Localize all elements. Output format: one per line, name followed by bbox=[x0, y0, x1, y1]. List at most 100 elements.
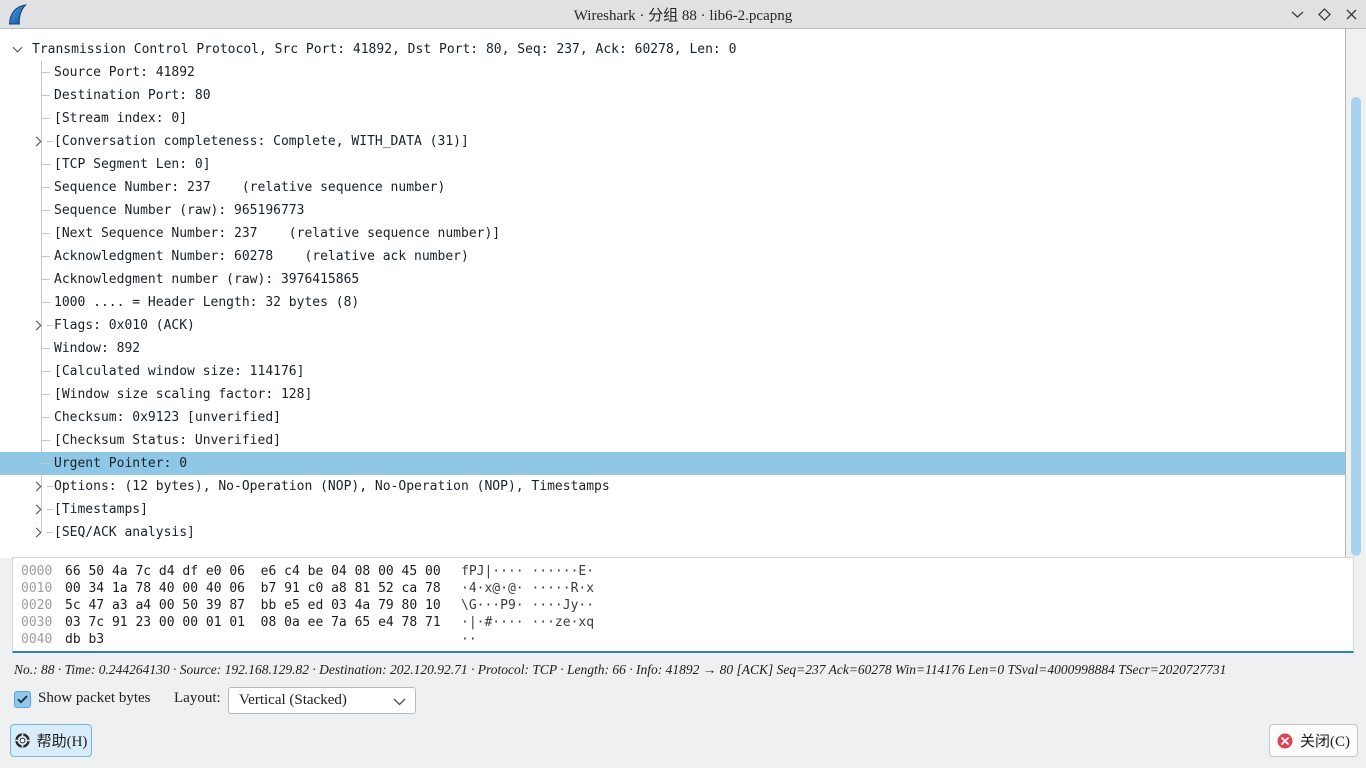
tree-row-text: [Timestamps] bbox=[54, 498, 148, 521]
expand-arrow-icon[interactable] bbox=[32, 505, 42, 515]
tree-row[interactable]: [Conversation completeness: Complete, WI… bbox=[0, 130, 1345, 153]
chevron-down-icon bbox=[393, 698, 406, 706]
tree-row-text: Destination Port: 80 bbox=[54, 84, 211, 107]
layout-dropdown-value: Vertical (Stacked) bbox=[239, 692, 347, 709]
hex-ascii[interactable]: ·· bbox=[461, 631, 477, 648]
controls-row: Show packet bytes Layout: Vertical (Stac… bbox=[0, 686, 1366, 716]
tree-branch-line bbox=[41, 164, 50, 165]
help-button-label: 帮助(H) bbox=[37, 730, 88, 751]
show-packet-bytes-checkbox[interactable] bbox=[14, 691, 31, 708]
hex-offset: 0010 bbox=[21, 580, 65, 597]
tree-branch-line bbox=[41, 440, 50, 441]
expand-arrow-icon[interactable] bbox=[32, 528, 42, 538]
layout-dropdown[interactable]: Vertical (Stacked) bbox=[228, 687, 416, 714]
tree-branch-line bbox=[41, 394, 50, 395]
window-controls bbox=[1289, 0, 1366, 29]
tree-branch-line bbox=[47, 325, 53, 326]
tree-row[interactable]: Options: (12 bytes), No-Operation (NOP),… bbox=[0, 475, 1345, 498]
hex-row[interactable]: 000066 50 4a 7c d4 df e0 06 e6 c4 be 04 … bbox=[21, 563, 1353, 580]
title-bar[interactable]: Wireshark · 分组 88 · lib6-2.pcapng bbox=[0, 0, 1366, 29]
hex-bytes[interactable]: 5c 47 a3 a4 00 50 39 87 bb e5 ed 03 4a 7… bbox=[65, 597, 461, 614]
tree-row-text: Sequence Number (raw): 965196773 bbox=[54, 199, 304, 222]
expand-arrow-icon[interactable] bbox=[32, 137, 42, 147]
tree-row[interactable]: [Calculated window size: 114176] bbox=[0, 360, 1345, 383]
hex-row[interactable]: 0040db b3·· bbox=[21, 631, 1353, 648]
close-button[interactable]: 关闭(C) bbox=[1269, 724, 1358, 757]
tree-branch-line bbox=[41, 348, 50, 349]
help-button[interactable]: 帮助(H) bbox=[10, 724, 92, 757]
minimize-icon[interactable] bbox=[1289, 7, 1305, 23]
tree-row[interactable]: 1000 .... = Header Length: 32 bytes (8) bbox=[0, 291, 1345, 314]
tree-row-text: Sequence Number: 237 (relative sequence … bbox=[54, 176, 445, 199]
close-button-label: 关闭(C) bbox=[1300, 730, 1350, 751]
tree-row-text: [Next Sequence Number: 237 (relative seq… bbox=[54, 222, 500, 245]
show-packet-bytes-label[interactable]: Show packet bytes bbox=[38, 690, 150, 707]
tree-branch-line bbox=[41, 233, 50, 234]
tree-branch-line bbox=[41, 302, 50, 303]
close-icon bbox=[1277, 733, 1293, 749]
tree-branch-line bbox=[41, 256, 50, 257]
tree-scrollbar-thumb[interactable] bbox=[1351, 97, 1361, 556]
hex-ascii[interactable]: ·|·#···· ···ze·xq bbox=[461, 614, 594, 631]
packet-detail-tree[interactable]: Transmission Control Protocol, Src Port:… bbox=[0, 29, 1345, 558]
packet-bytes-pane[interactable]: 000066 50 4a 7c d4 df e0 06 e6 c4 be 04 … bbox=[12, 557, 1354, 653]
tree-branch-line bbox=[41, 210, 50, 211]
hex-row[interactable]: 001000 34 1a 78 40 00 40 06 b7 91 c0 a8 … bbox=[21, 580, 1353, 597]
hex-ascii[interactable]: ·4·x@·@· ·····R·x bbox=[461, 580, 594, 597]
hex-offset: 0020 bbox=[21, 597, 65, 614]
tree-row[interactable]: Sequence Number (raw): 965196773 bbox=[0, 199, 1345, 222]
tree-row-text: [Stream index: 0] bbox=[54, 107, 187, 130]
tree-row[interactable]: [Next Sequence Number: 237 (relative seq… bbox=[0, 222, 1345, 245]
tree-row[interactable]: Sequence Number: 237 (relative sequence … bbox=[0, 176, 1345, 199]
tree-row-selected[interactable]: Urgent Pointer: 0 bbox=[0, 452, 1345, 475]
layout-label: Layout: bbox=[174, 690, 221, 707]
hex-offset: 0000 bbox=[21, 563, 65, 580]
tree-row-text: Transmission Control Protocol, Src Port:… bbox=[32, 38, 736, 61]
tree-row-text: [SEQ/ACK analysis] bbox=[54, 521, 195, 544]
expand-arrow-icon[interactable] bbox=[32, 482, 42, 492]
tree-branch-line bbox=[47, 486, 53, 487]
hex-offset: 0030 bbox=[21, 614, 65, 631]
tree-row[interactable]: [SEQ/ACK analysis] bbox=[0, 521, 1345, 544]
expand-arrow-icon[interactable] bbox=[32, 321, 42, 331]
tree-row-text: [TCP Segment Len: 0] bbox=[54, 153, 211, 176]
hex-row[interactable]: 00205c 47 a3 a4 00 50 39 87 bb e5 ed 03 … bbox=[21, 597, 1353, 614]
tree-branch-line bbox=[41, 417, 50, 418]
tree-row-text: Window: 892 bbox=[54, 337, 140, 360]
tree-row[interactable]: Window: 892 bbox=[0, 337, 1345, 360]
hex-ascii[interactable]: fPJ|···· ······E· bbox=[461, 563, 594, 580]
tree-row[interactable]: Acknowledgment Number: 60278 (relative a… bbox=[0, 245, 1345, 268]
tree-branch-line bbox=[41, 463, 50, 464]
tree-row[interactable]: [Timestamps] bbox=[0, 498, 1345, 521]
maximize-icon[interactable] bbox=[1316, 7, 1332, 23]
tree-branch-line bbox=[47, 509, 53, 510]
help-icon bbox=[15, 733, 30, 748]
close-window-icon[interactable] bbox=[1343, 7, 1359, 23]
hex-ascii[interactable]: \G···P9· ····Jy·· bbox=[461, 597, 594, 614]
tree-row-text: Source Port: 41892 bbox=[54, 61, 195, 84]
tree-row[interactable]: [Window size scaling factor: 128] bbox=[0, 383, 1345, 406]
tree-branch-line bbox=[41, 279, 50, 280]
hex-bytes[interactable]: db b3 bbox=[65, 631, 461, 648]
window-title: Wireshark · 分组 88 · lib6-2.pcapng bbox=[0, 4, 1366, 25]
tree-rows: Transmission Control Protocol, Src Port:… bbox=[0, 38, 1345, 544]
tree-row[interactable]: Destination Port: 80 bbox=[0, 84, 1345, 107]
tree-row[interactable]: Flags: 0x010 (ACK) bbox=[0, 314, 1345, 337]
tree-row[interactable]: Source Port: 41892 bbox=[0, 61, 1345, 84]
collapse-arrow-icon[interactable] bbox=[13, 43, 23, 53]
hex-bytes[interactable]: 00 34 1a 78 40 00 40 06 b7 91 c0 a8 81 5… bbox=[65, 580, 461, 597]
tree-row-text: Flags: 0x010 (ACK) bbox=[54, 314, 195, 337]
tree-row-text: 1000 .... = Header Length: 32 bytes (8) bbox=[54, 291, 359, 314]
tree-row[interactable]: Acknowledgment number (raw): 3976415865 bbox=[0, 268, 1345, 291]
tree-branch-line bbox=[47, 141, 53, 142]
tree-row[interactable]: [Checksum Status: Unverified] bbox=[0, 429, 1345, 452]
tree-row[interactable]: Checksum: 0x9123 [unverified] bbox=[0, 406, 1345, 429]
tree-scrollbar[interactable] bbox=[1345, 29, 1366, 558]
tree-row[interactable]: [TCP Segment Len: 0] bbox=[0, 153, 1345, 176]
tree-row[interactable]: [Stream index: 0] bbox=[0, 107, 1345, 130]
hex-bytes[interactable]: 03 7c 91 23 00 00 01 01 08 0a ee 7a 65 e… bbox=[65, 614, 461, 631]
tree-branch-line bbox=[41, 95, 50, 96]
tree-row[interactable]: Transmission Control Protocol, Src Port:… bbox=[0, 38, 1345, 61]
hex-bytes[interactable]: 66 50 4a 7c d4 df e0 06 e6 c4 be 04 08 0… bbox=[65, 563, 461, 580]
hex-row[interactable]: 003003 7c 91 23 00 00 01 01 08 0a ee 7a … bbox=[21, 614, 1353, 631]
